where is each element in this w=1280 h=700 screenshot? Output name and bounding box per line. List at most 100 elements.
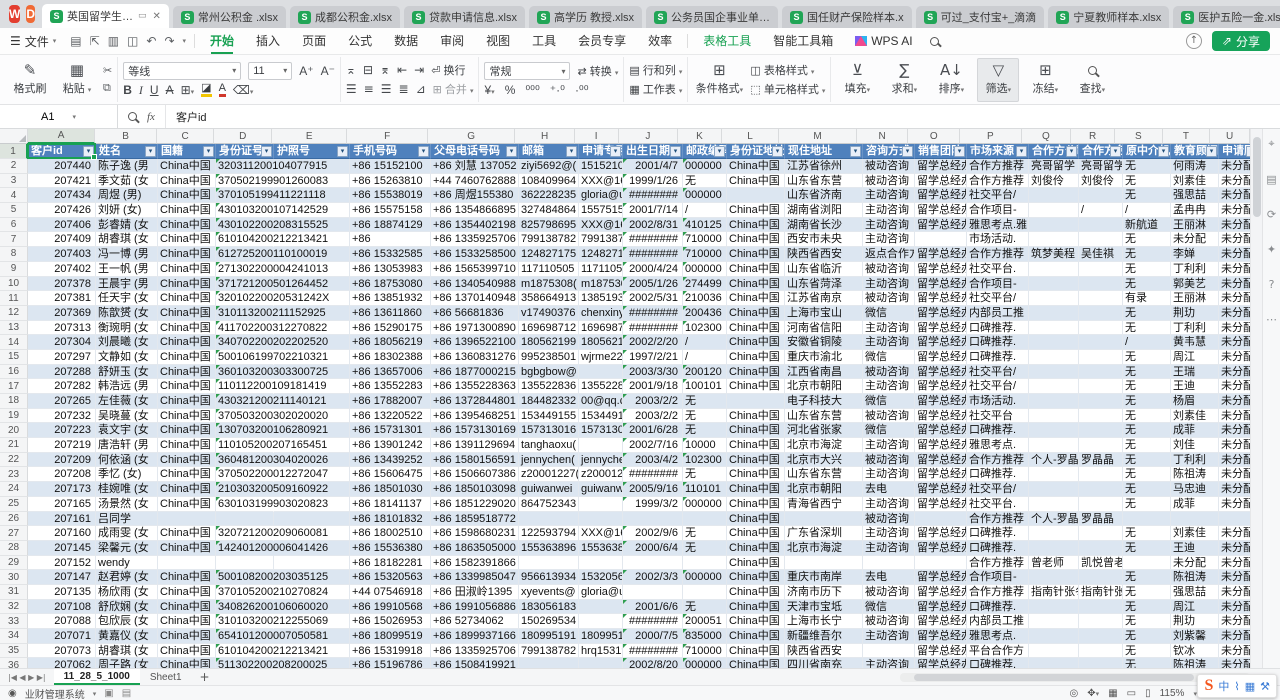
cell-C9[interactable]: China中国 — [158, 262, 216, 277]
cell-T5[interactable]: 孟冉冉 — [1171, 203, 1219, 218]
cell-N9[interactable]: 被动咨询 — [863, 262, 915, 277]
cell-P6[interactable]: 雅思考点.雅 — [967, 218, 1029, 233]
cell-H2[interactable]: ziyi5692@( — [519, 159, 579, 174]
cell-M2[interactable]: 江苏省徐州 — [785, 159, 863, 174]
cell-Q7[interactable] — [1029, 232, 1079, 247]
cell-L5[interactable]: China中国 — [727, 203, 785, 218]
cell-H32[interactable]: 183056183 — [519, 600, 579, 615]
filter-dropdown-icon[interactable]: ▾ — [1066, 146, 1077, 157]
cell-B21[interactable]: 唐浩轩 (男 — [96, 438, 158, 453]
cell-N31[interactable]: 被动咨询 — [863, 585, 915, 600]
cell-P26[interactable]: 合作方推荐 — [967, 512, 1029, 527]
cell-J2[interactable]: 2001/4/7 — [623, 159, 683, 174]
cell-D16[interactable]: 360103200303300725 — [216, 365, 274, 380]
cell-I8[interactable]: 124827175 — [579, 247, 623, 262]
cell-F14[interactable]: +86 18056219 — [350, 335, 431, 350]
cell-M36[interactable]: 四川省南充 — [785, 658, 863, 668]
doc-tab-6[interactable]: S国任财产保险样本.x — [782, 6, 912, 28]
rows-cols-button[interactable]: ▤ 行和列 ▾ — [629, 62, 682, 78]
cell-H15[interactable]: 995238501 — [519, 350, 579, 365]
row-header-2[interactable]: 2 — [0, 159, 28, 174]
wrap-text-button[interactable]: ⏎ 换行 — [431, 62, 465, 78]
cell-A21[interactable]: 207219 — [28, 438, 96, 453]
cell-K2[interactable]: 000000 — [683, 159, 727, 174]
column-header-H[interactable]: H — [515, 129, 575, 144]
cell-G35[interactable]: +86 1335925706 — [431, 644, 519, 659]
ime-toolbox-icon[interactable]: ⚒ — [1260, 680, 1270, 693]
cell-style-button[interactable]: ⬚ 单元格样式 ▾ — [750, 81, 825, 97]
cell-G25[interactable]: +86 1851229020 — [431, 497, 519, 512]
cell-K22[interactable]: 102300 — [683, 453, 727, 468]
cell-H8[interactable]: 124827175 — [519, 247, 579, 262]
cell-P4[interactable]: 社交平台/ — [967, 188, 1029, 203]
cell-N30[interactable]: 去电 — [863, 570, 915, 585]
cell-G34[interactable]: +86 1899937166 — [431, 629, 519, 644]
cell-K29[interactable] — [683, 556, 727, 571]
cell-A16[interactable]: 207288 — [28, 365, 96, 380]
cell-B14[interactable]: 刘晨曦 (女 — [96, 335, 158, 350]
cell-Q10[interactable] — [1029, 277, 1079, 292]
cell-G3[interactable]: +44 7460762888 — [431, 174, 519, 189]
cell-A15[interactable]: 207297 — [28, 350, 96, 365]
cell-J23[interactable]: ######## — [623, 467, 683, 482]
cell-B32[interactable]: 舒欣娴 (女 — [96, 600, 158, 615]
close-tab-icon[interactable]: ✕ — [153, 11, 161, 22]
cell-T3[interactable]: 刘素佳 — [1171, 174, 1219, 189]
cell-I15[interactable]: wjrme221( — [579, 350, 623, 365]
column-header-C[interactable]: C — [157, 129, 215, 144]
rail-sync-icon[interactable]: ⟳ — [1267, 208, 1276, 221]
cell-L26[interactable]: China中国 — [727, 512, 785, 527]
cell-Q26[interactable]: 个人-罗晶 — [1029, 512, 1079, 527]
cell-K19[interactable]: 无 — [683, 409, 727, 424]
cell-B30[interactable]: 赵君婷 (女 — [96, 570, 158, 585]
cell-T11[interactable]: 王丽淋 — [1171, 291, 1219, 306]
cell-D10[interactable]: 371721200501264452 — [216, 277, 274, 292]
table-header-M[interactable]: 现住地址▾ — [785, 144, 863, 159]
cell-S30[interactable]: 无 — [1123, 570, 1171, 585]
cell-P29[interactable]: 合作方推荐 — [967, 556, 1029, 571]
cell-F32[interactable]: +86 19910568 — [350, 600, 431, 615]
cell-J30[interactable]: 2002/3/3 — [623, 570, 683, 585]
cell-F3[interactable]: +86 15263810 — [350, 174, 431, 189]
cell-T23[interactable]: 陈祖涛 — [1171, 467, 1219, 482]
cell-I4[interactable]: gloria@uk( — [579, 188, 623, 203]
cell-T25[interactable]: 成菲 — [1171, 497, 1219, 512]
cell-I26[interactable] — [579, 512, 623, 527]
cell-J6[interactable]: 2002/8/31 — [623, 218, 683, 233]
view-break-icon[interactable]: ▯ — [1145, 688, 1151, 699]
filter-dropdown-icon[interactable]: ▾ — [337, 146, 348, 157]
cell-G2[interactable]: +86 刘慧 137052 — [431, 159, 519, 174]
ime-mic-icon[interactable]: ⌇ — [1234, 680, 1239, 693]
menu-item-2[interactable]: 页面 — [291, 28, 337, 54]
cell-K23[interactable]: 无 — [683, 467, 727, 482]
cell-M30[interactable]: 重庆市南岸 — [785, 570, 863, 585]
column-header-L[interactable]: L — [722, 129, 780, 144]
row-header-15[interactable]: 15 — [0, 350, 28, 365]
cell-F6[interactable]: +86 18874129 — [350, 218, 431, 233]
cell-O18[interactable]: 留学总经办 — [915, 394, 967, 409]
cell-B31[interactable]: 杨欣雨 (女 — [96, 585, 158, 600]
row-header-26[interactable]: 26 — [0, 512, 28, 527]
cell-I20[interactable]: 157313016 — [579, 423, 623, 438]
underline-button[interactable]: U — [150, 83, 159, 97]
cell-G5[interactable]: +86 1354866895 — [431, 203, 519, 218]
cell-H5[interactable]: 327484864 — [519, 203, 579, 218]
zoom-chevron-icon[interactable]: ▾ — [1193, 690, 1197, 698]
filter-dropdown-icon[interactable]: ▾ — [850, 146, 861, 157]
cell-S26[interactable] — [1123, 512, 1171, 527]
cell-P23[interactable]: 口碑推荐. — [967, 467, 1029, 482]
cell-H24[interactable]: guiwanwei — [519, 482, 579, 497]
row-header-25[interactable]: 25 — [0, 497, 28, 512]
cell-C8[interactable]: China中国 — [158, 247, 216, 262]
cell-L21[interactable]: China中国 — [727, 438, 785, 453]
cell-L30[interactable]: China中国 — [727, 570, 785, 585]
cell-T8[interactable]: 李婵 — [1171, 247, 1219, 262]
cell-I21[interactable] — [579, 438, 623, 453]
cell-S9[interactable]: 无 — [1123, 262, 1171, 277]
cell-A29[interactable]: 207152 — [28, 556, 96, 571]
cell-A33[interactable]: 207088 — [28, 614, 96, 629]
filter-dropdown-icon[interactable]: ▾ — [145, 146, 156, 157]
cell-S22[interactable]: 无 — [1123, 453, 1171, 468]
cell-J31[interactable] — [623, 585, 683, 600]
cell-E26[interactable] — [274, 512, 350, 527]
